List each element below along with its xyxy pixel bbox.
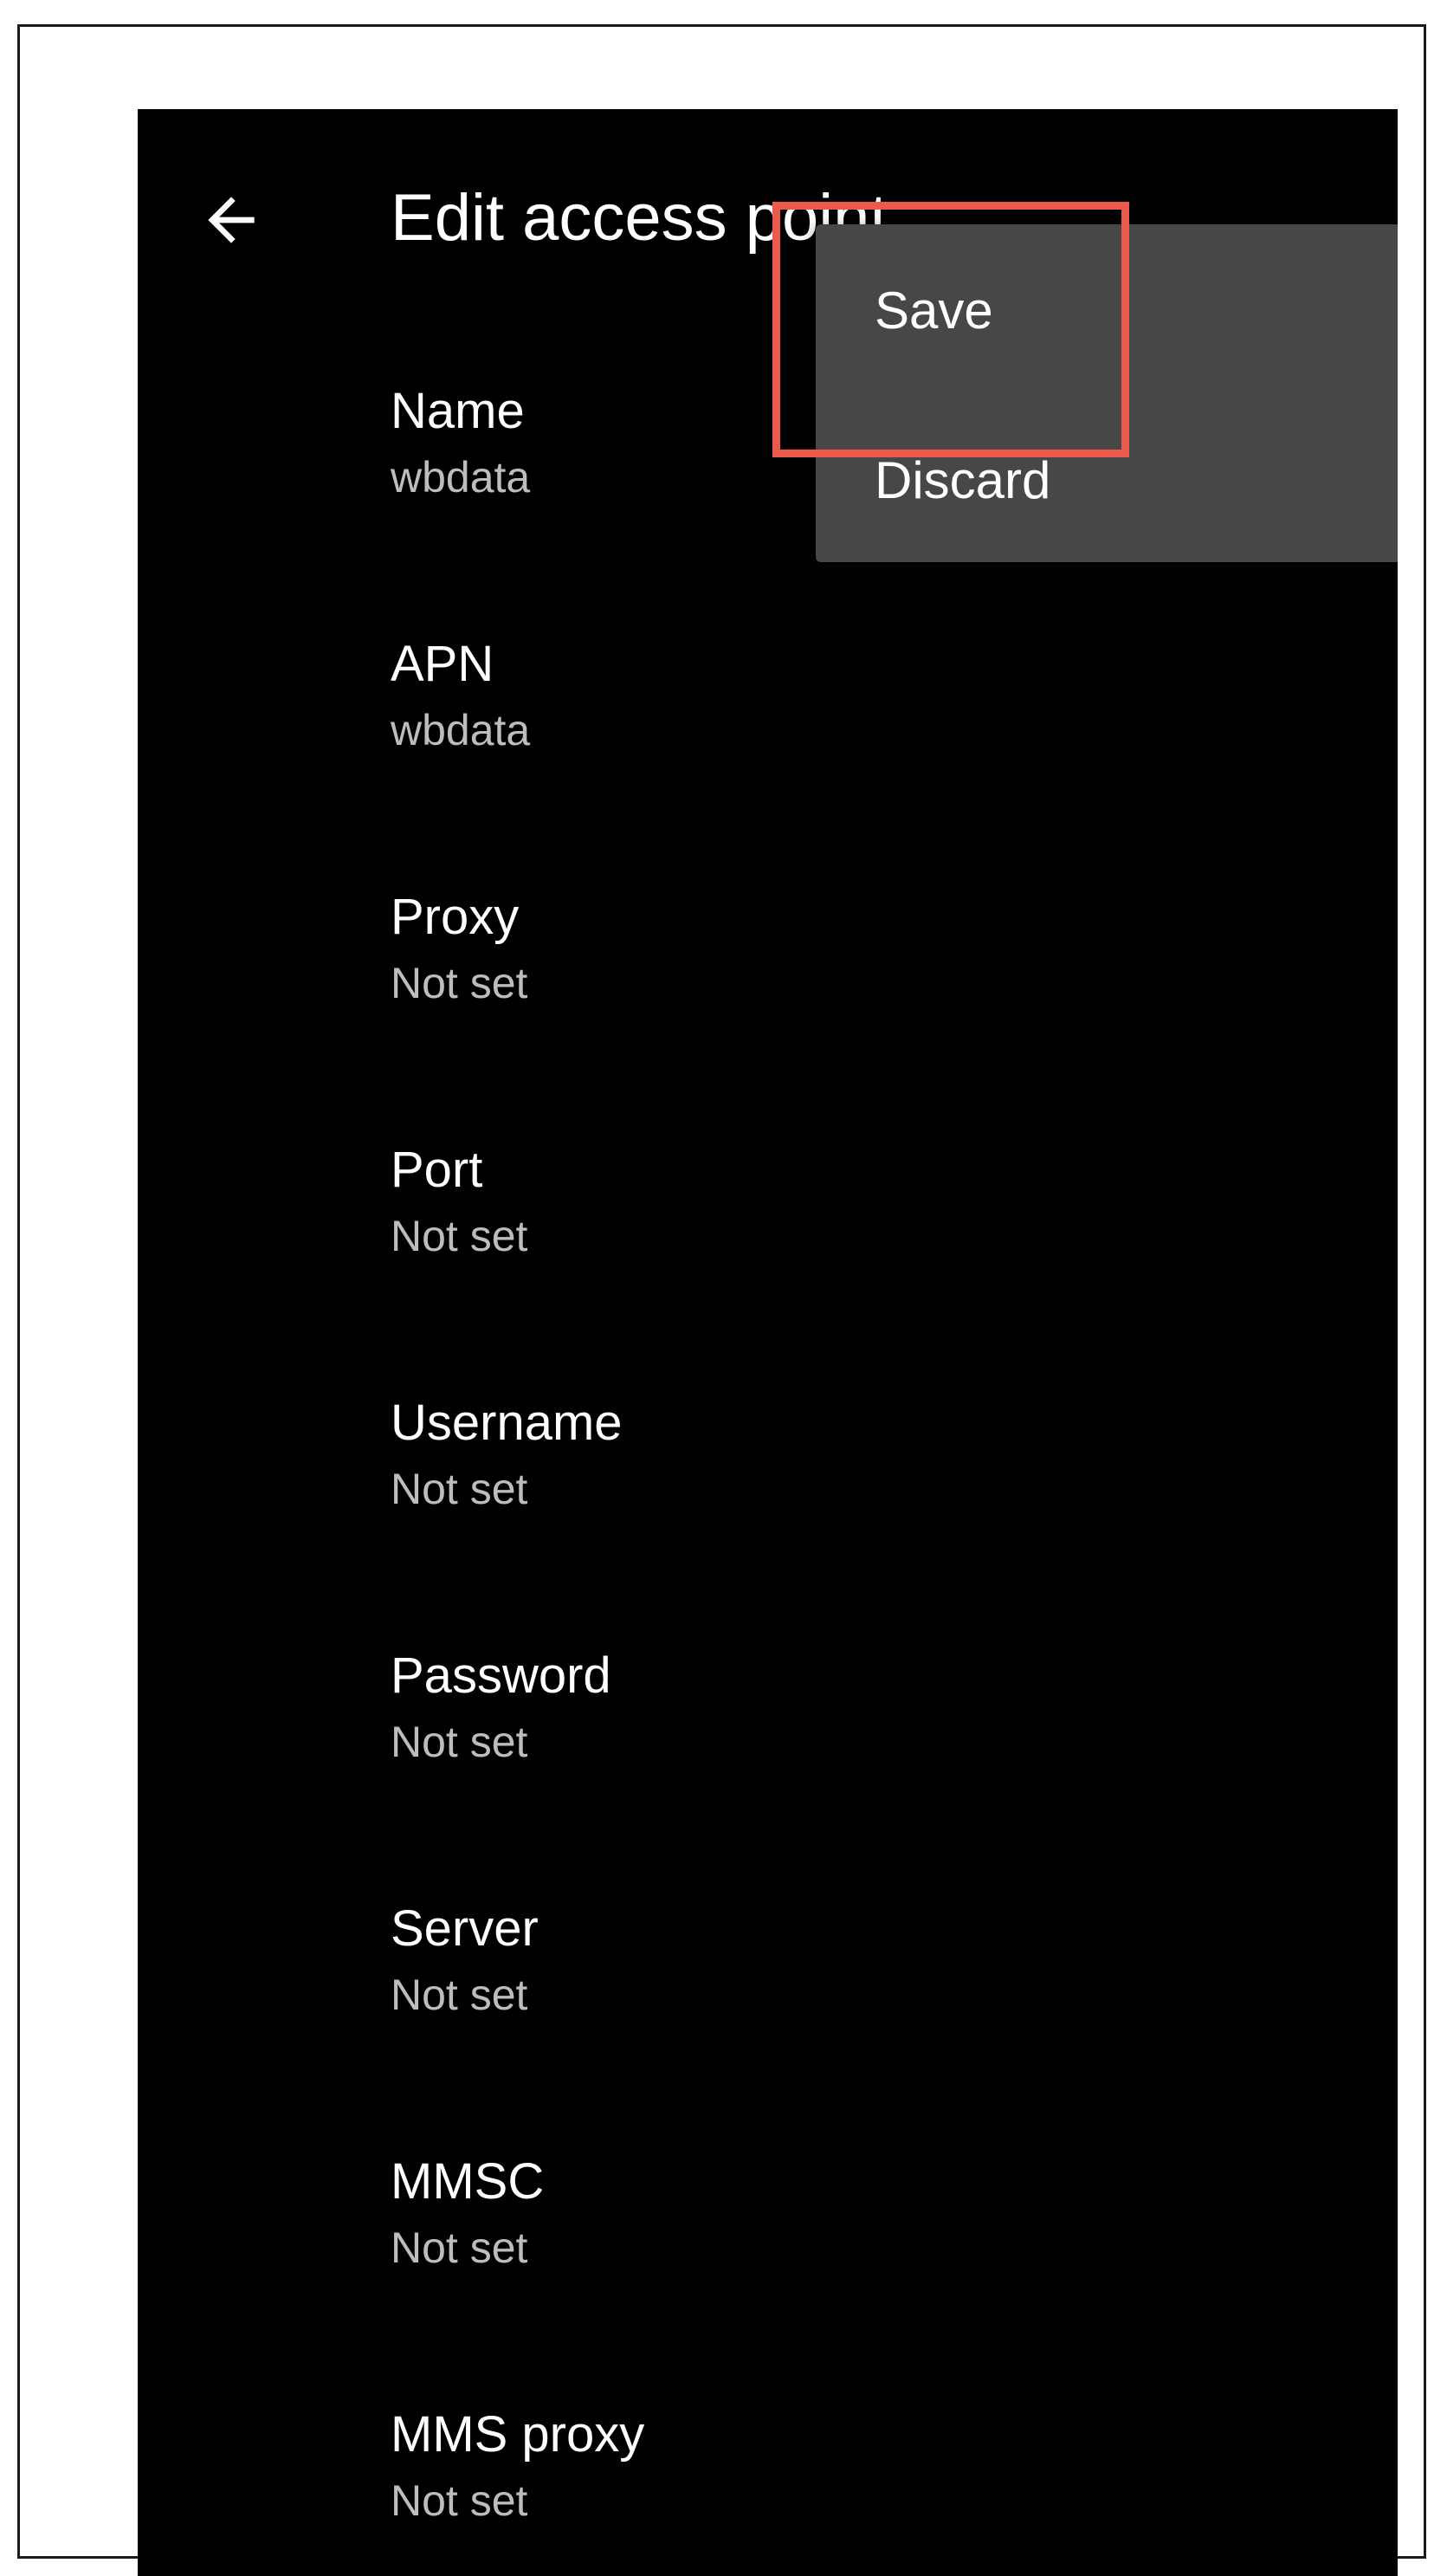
overflow-menu: Save Discard: [816, 224, 1398, 562]
item-label: APN: [391, 636, 494, 692]
list-item-username[interactable]: Username Not set: [391, 1398, 1343, 1606]
item-label: MMSC: [391, 2153, 545, 2210]
item-value: Not set: [391, 2476, 528, 2525]
item-value: Not set: [391, 2223, 528, 2272]
list-item-apn[interactable]: APN wbdata: [391, 639, 1343, 847]
list-item-mms-proxy[interactable]: MMS proxy Not set: [391, 2410, 1343, 2576]
arrow-left-icon: [208, 197, 255, 243]
item-label: Proxy: [391, 889, 520, 945]
item-label: Port: [391, 1142, 483, 1198]
save-label: Save: [875, 282, 993, 340]
list-item-mmsc[interactable]: MMSC Not set: [391, 2157, 1343, 2365]
phone-screen: Edit access point Name wbdata APN wbdata…: [138, 109, 1398, 2576]
item-label: Username: [391, 1395, 623, 1451]
item-value: Not set: [391, 1971, 528, 2019]
list-item-password[interactable]: Password Not set: [391, 1651, 1343, 1859]
item-value: Not set: [391, 1465, 528, 1513]
list-item-proxy[interactable]: Proxy Not set: [391, 892, 1343, 1100]
page-title: Edit access point: [391, 181, 888, 255]
back-button[interactable]: [190, 178, 273, 262]
screenshot-frame: Edit access point Name wbdata APN wbdata…: [17, 24, 1426, 2576]
item-value: Not set: [391, 1718, 528, 1766]
item-value: Not set: [391, 1212, 528, 1260]
item-label: Password: [391, 1647, 611, 1704]
discard-label: Discard: [875, 451, 1051, 509]
item-label: MMS proxy: [391, 2406, 645, 2463]
list-item-server[interactable]: Server Not set: [391, 1904, 1343, 2112]
item-label: Server: [391, 1900, 539, 1957]
discard-menu-item[interactable]: Discard: [816, 372, 1398, 519]
item-value: Not set: [391, 959, 528, 1007]
list-item-port[interactable]: Port Not set: [391, 1145, 1343, 1353]
save-menu-item[interactable]: Save: [816, 224, 1398, 372]
item-value: wbdata: [391, 706, 531, 754]
